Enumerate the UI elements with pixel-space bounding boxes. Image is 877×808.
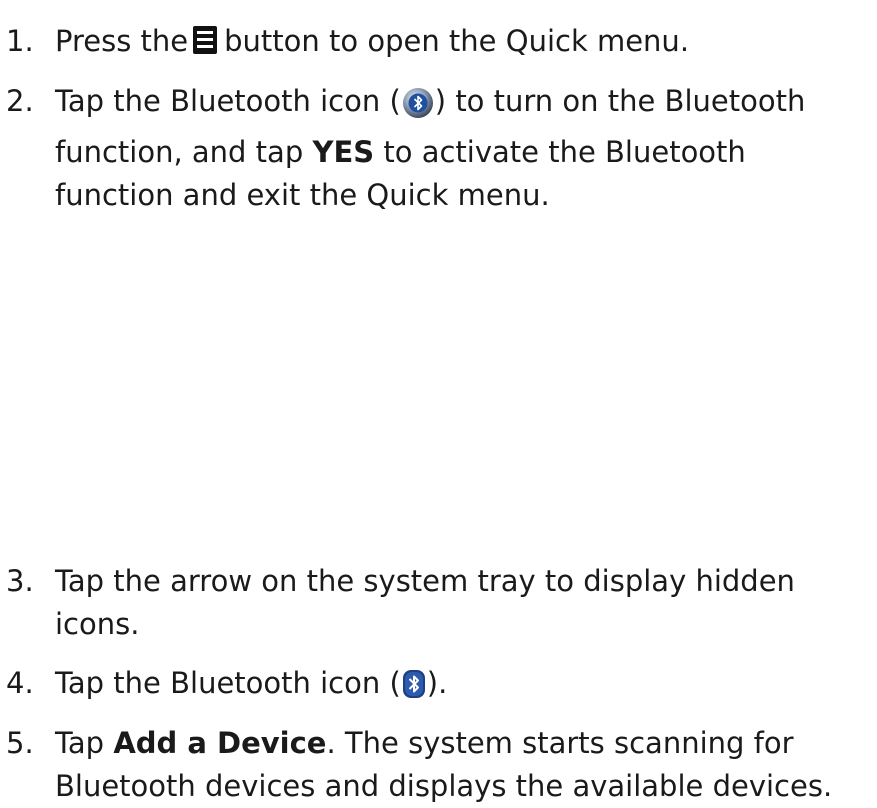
step-text: Press the button to open the Quick menu. (55, 20, 874, 67)
step-2: 2. Tap the Bluetooth icon ( ) to turn on … (6, 80, 874, 217)
step-text-part: function, and tap (55, 135, 313, 169)
step-5: 5. Tap Add a Device. The system starts s… (6, 722, 874, 808)
step-text-part: function and exit the Quick menu. (55, 178, 550, 212)
bluetooth-tray-icon (402, 668, 426, 711)
step-4: 4. Tap the Bluetooth icon (). (6, 662, 874, 711)
step-text-part: button to open the Quick menu. (224, 24, 690, 58)
step-text-part: to activate the Bluetooth (374, 135, 746, 169)
step-text: Tap Add a Device. The system starts scan… (55, 722, 874, 808)
step-text-part: Tap the Bluetooth icon ( (55, 666, 401, 700)
step-text-part: ). (426, 666, 448, 700)
bluetooth-round-icon (402, 87, 434, 131)
step-text-part: Tap the arrow on the system tray to disp… (55, 564, 795, 598)
step-number: 1. (6, 24, 34, 58)
step-number: 3. (6, 564, 34, 598)
step-text-part: Tap (55, 726, 114, 760)
quick-menu-button-icon (192, 24, 218, 67)
step-text-part: Press the (55, 24, 189, 58)
add-a-device-label: Add a Device (113, 726, 327, 760)
step-number: 2. (6, 84, 34, 118)
step-text-part: . The system starts scanning for (326, 726, 794, 760)
step-text: Tap the Bluetooth icon (). (55, 662, 874, 711)
step-text: Tap the Bluetooth icon ( ) to turn on the… (55, 80, 874, 217)
step-number: 5. (6, 726, 34, 760)
step-text: Tap the arrow on the system tray to disp… (55, 560, 874, 646)
step-text-part: ) to turn on the Bluetooth (434, 84, 806, 118)
step-text-part: Bluetooth devices and displays the avail… (55, 769, 833, 803)
step-text-part: icons. (55, 607, 140, 641)
yes-label: YES (312, 135, 375, 169)
step-1: 1. Press the button to open the Quick men… (6, 20, 874, 67)
step-text-part: Tap the Bluetooth icon ( (55, 84, 401, 118)
step-number: 4. (6, 666, 34, 700)
step-3: 3. Tap the arrow on the system tray to d… (6, 560, 874, 646)
